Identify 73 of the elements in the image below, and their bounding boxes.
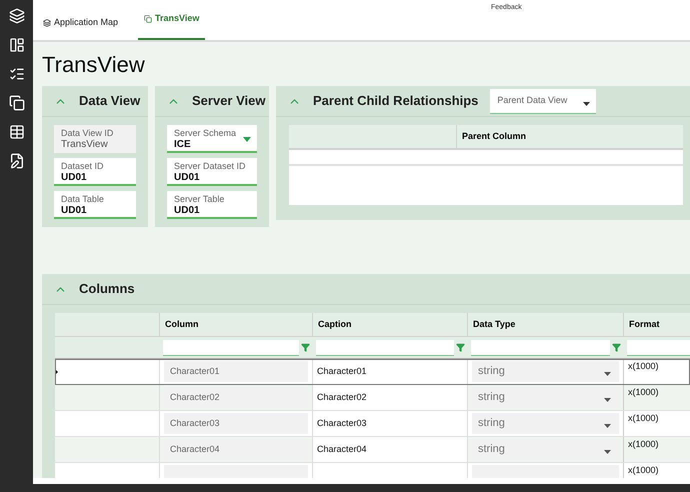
edit-file-icon[interactable] bbox=[8, 153, 24, 169]
table-cell-text: x(1000) bbox=[628, 465, 660, 475]
filter-field[interactable] bbox=[627, 340, 690, 356]
field-label: Server Schema bbox=[174, 127, 238, 139]
field-label: Server Dataset ID bbox=[174, 160, 247, 172]
panel-title: Parent Child Relationships bbox=[313, 92, 478, 110]
table-icon[interactable] bbox=[8, 124, 24, 140]
table-cell-text: x(1000) bbox=[628, 361, 660, 371]
input-field[interactable]: Data Table UD01 bbox=[54, 191, 136, 219]
dropdown-arrow-icon bbox=[604, 398, 611, 402]
column-header: Parent Column bbox=[461, 130, 528, 143]
table-cell: Character02 bbox=[164, 387, 308, 408]
table-cell: Character01 bbox=[164, 361, 308, 382]
select-field[interactable]: string bbox=[472, 361, 619, 382]
filter-icon[interactable] bbox=[456, 343, 465, 352]
row-pointer-icon bbox=[55, 368, 58, 374]
copy-icon bbox=[144, 15, 152, 23]
dropdown-arrow-icon bbox=[604, 424, 611, 428]
table-cell-text: Character04 bbox=[317, 442, 367, 456]
table-cell-text: Character03 bbox=[317, 416, 367, 430]
field-label: Data View ID bbox=[61, 127, 114, 139]
panel-title: Server View bbox=[192, 92, 266, 110]
field-label: Dataset ID bbox=[61, 160, 105, 172]
tab[interactable]: Application Map bbox=[39, 10, 122, 40]
checklist-icon[interactable] bbox=[8, 66, 24, 82]
table-cell: Character03 bbox=[164, 413, 308, 434]
layout-icon[interactable] bbox=[8, 37, 24, 53]
field-value: ICE bbox=[174, 139, 191, 151]
field-value: UD01 bbox=[61, 172, 87, 184]
table-cell-text: Character02 bbox=[317, 390, 367, 404]
field-value: UD01 bbox=[174, 172, 200, 184]
table-row[interactable]: Character04 Character04 string x(1000) bbox=[55, 437, 690, 463]
dropdown-arrow-icon bbox=[604, 450, 611, 454]
select-field[interactable]: Parent Data View bbox=[490, 88, 596, 114]
table-cell-text: Character01 bbox=[317, 364, 367, 378]
input-field[interactable]: Dataset ID UD01 bbox=[54, 158, 136, 186]
dropdown-arrow-icon bbox=[604, 372, 611, 376]
field-value: UD01 bbox=[61, 205, 87, 217]
table-cell: Character04 bbox=[164, 439, 308, 460]
select-field[interactable]: Server Schema ICE bbox=[167, 125, 257, 153]
copy-icon[interactable] bbox=[8, 95, 24, 111]
filter-icon[interactable] bbox=[301, 343, 310, 352]
table-cell-text: x(1000) bbox=[628, 439, 660, 449]
column-header: Data Type bbox=[468, 313, 624, 336]
panel-title: Columns bbox=[79, 280, 135, 298]
filter-field[interactable] bbox=[163, 340, 299, 356]
page-title: TransView bbox=[42, 52, 146, 78]
dropdown-arrow-icon bbox=[243, 137, 251, 142]
column-header: Column bbox=[160, 313, 313, 336]
field-value: TransView bbox=[61, 139, 108, 151]
dropdown-arrow-icon bbox=[583, 102, 590, 106]
input-field[interactable]: Server Table UD01 bbox=[167, 191, 257, 219]
select-field[interactable]: string bbox=[472, 413, 619, 434]
column-header: Caption bbox=[313, 313, 468, 336]
select-field[interactable]: string bbox=[472, 387, 619, 408]
select-field[interactable]: string bbox=[472, 439, 619, 460]
input-field[interactable]: Server Dataset ID UD01 bbox=[167, 158, 257, 186]
table-row[interactable]: Character03 Character03 string x(1000) bbox=[55, 411, 690, 437]
filter-field[interactable] bbox=[316, 340, 454, 356]
table-row[interactable]: Character02 Character02 string x(1000) bbox=[55, 385, 690, 411]
field-value: UD01 bbox=[174, 205, 200, 217]
field-label: Data Table bbox=[61, 193, 105, 205]
panel-title: Data View bbox=[79, 92, 140, 110]
table-cell-text: x(1000) bbox=[628, 387, 660, 397]
tab[interactable]: TransView bbox=[138, 10, 206, 40]
layers-icon bbox=[43, 19, 51, 27]
filter-icon[interactable] bbox=[612, 343, 621, 352]
table-row[interactable]: Character01 Character01 string x(1000) bbox=[55, 359, 690, 385]
layers-icon[interactable] bbox=[8, 8, 24, 24]
field-label: Server Table bbox=[174, 193, 226, 205]
table-cell-text: x(1000) bbox=[628, 413, 660, 423]
column-header: Format bbox=[624, 313, 690, 336]
filter-field[interactable] bbox=[471, 340, 610, 356]
